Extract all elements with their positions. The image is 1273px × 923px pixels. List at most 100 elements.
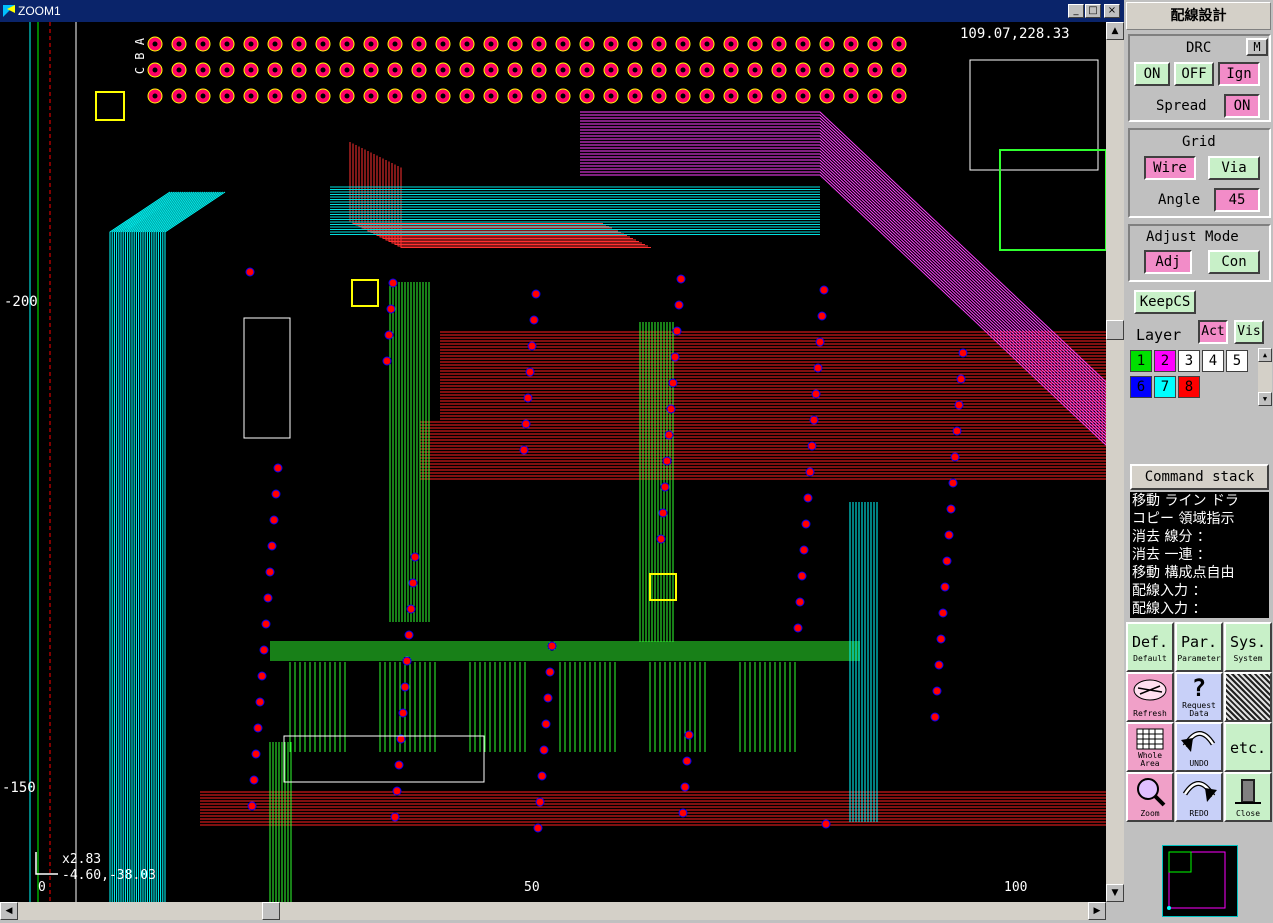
vertical-scrollbar[interactable]: ▲ ▼ <box>1106 22 1124 902</box>
request-data-label: Request Data <box>1182 701 1216 718</box>
layer-scroll-up[interactable]: ▲ <box>1258 348 1272 362</box>
refresh-label: Refresh <box>1133 709 1167 718</box>
horizontal-scroll-thumb[interactable] <box>262 902 280 920</box>
row-label-b: B <box>133 52 147 60</box>
command-item[interactable]: 配線入力 ： <box>1132 600 1269 618</box>
routing-panel: 配線設計 DRC M ON OFF Ign Spread ON Grid Wir… <box>1124 0 1273 923</box>
command-item[interactable]: コピー 領域指示 <box>1132 510 1269 528</box>
layer-8-box[interactable]: 8 <box>1178 376 1200 398</box>
cursor-coords: -4.60,-38.03 <box>62 868 156 883</box>
spread-on-button[interactable]: ON <box>1224 94 1260 118</box>
redo-button[interactable]: REDO <box>1175 772 1223 822</box>
parameter-button[interactable]: Par. Parameter <box>1175 622 1223 672</box>
door-icon <box>1235 779 1261 804</box>
close-label: Close <box>1235 809 1261 818</box>
whole-area-button[interactable]: Whole Area <box>1126 722 1174 772</box>
horizontal-scrollbar[interactable]: ◀ ▶ <box>0 902 1106 920</box>
adjust-con-button[interactable]: Con <box>1208 250 1260 274</box>
title-bar[interactable]: ZOOM1 _ □ × <box>0 0 1124 22</box>
minimap-drawing <box>1167 851 1226 910</box>
layer-label: Layer <box>1136 326 1182 344</box>
adjust-mode-group: Adjust Mode Adj Con <box>1128 224 1271 282</box>
angle-label: Angle <box>1158 192 1201 208</box>
undo-button[interactable]: UNDO <box>1175 722 1223 772</box>
parameter-button-sub: Parameter <box>1177 654 1221 663</box>
scroll-down-button[interactable]: ▼ <box>1106 884 1124 902</box>
layer-1-box[interactable]: 1 <box>1130 350 1152 372</box>
drc-group: DRC M ON OFF Ign Spread ON <box>1128 34 1271 122</box>
request-data-button[interactable]: ? Request Data <box>1175 672 1223 722</box>
layer-vis-button[interactable]: Vis <box>1234 320 1264 344</box>
adjust-mode-label: Adjust Mode <box>1146 229 1239 245</box>
magnifier-icon <box>1137 778 1166 807</box>
overview-minimap[interactable] <box>1162 845 1238 917</box>
grid-label: Grid <box>1182 134 1216 150</box>
layer-6-box[interactable]: 6 <box>1130 376 1152 398</box>
redo-arrow-icon <box>1182 781 1217 802</box>
window-title: ZOOM1 <box>18 4 61 18</box>
layer-3-box[interactable]: 3 <box>1178 350 1200 372</box>
undo-arrow-icon <box>1181 731 1216 752</box>
ruler-label-200: -200 <box>4 294 38 310</box>
system-button[interactable]: Sys. System <box>1224 622 1272 672</box>
ruler-label-x100: 100 <box>1004 880 1028 895</box>
zoom-window: ZOOM1 _ □ × 109.07,228.33 -200 -150 0 50… <box>0 0 1124 923</box>
parameter-button-label: Par. <box>1180 633 1218 651</box>
system-button-sub: System <box>1233 654 1263 663</box>
scroll-up-button[interactable]: ▲ <box>1106 22 1124 40</box>
redo-label: REDO <box>1189 809 1209 818</box>
layer-scrollbar[interactable]: ▲ ▼ <box>1258 348 1272 406</box>
drc-ign-button[interactable]: Ign <box>1218 62 1260 86</box>
angle-value-button[interactable]: 45 <box>1214 188 1260 212</box>
app-icon <box>3 5 15 17</box>
command-item[interactable]: 消去 一連 ： <box>1132 546 1269 564</box>
command-item[interactable]: 移動 構成点自由 <box>1132 564 1269 582</box>
ruler-label-x50: 50 <box>524 880 540 895</box>
minimize-button[interactable]: _ <box>1068 4 1084 18</box>
command-item[interactable]: 消去 線分 ： <box>1132 528 1269 546</box>
refresh-button[interactable]: Refresh <box>1126 672 1174 722</box>
cursor-scale: x2.83 <box>62 852 102 867</box>
grid-via-button[interactable]: Via <box>1208 156 1260 180</box>
scroll-right-button[interactable]: ▶ <box>1088 902 1106 920</box>
layer-7-box[interactable]: 7 <box>1154 376 1176 398</box>
layer-grid: 1 2 3 4 5 6 7 8 <box>1128 348 1258 404</box>
row-label-a: A <box>133 38 147 46</box>
zoom-button[interactable]: Zoom <box>1126 772 1174 822</box>
default-button-label: Def. <box>1131 633 1169 651</box>
layer-4-box[interactable]: 4 <box>1202 350 1224 372</box>
maximize-button[interactable]: □ <box>1085 4 1101 18</box>
scroll-left-button[interactable]: ◀ <box>0 902 18 920</box>
pattern-button[interactable] <box>1224 672 1272 722</box>
undo-label: UNDO <box>1189 759 1209 768</box>
etc-button[interactable]: etc. <box>1224 722 1272 772</box>
pcb-drawing <box>29 22 1106 902</box>
grid-icon <box>1136 728 1164 750</box>
vertical-scroll-thumb[interactable] <box>1106 320 1124 340</box>
default-button[interactable]: Def. Default <box>1126 622 1174 672</box>
ruler-label-x0: 0 <box>38 880 46 895</box>
drc-label: DRC <box>1186 40 1212 56</box>
zoom-label: Zoom <box>1140 809 1160 818</box>
whole-area-label: Whole Area <box>1137 751 1163 768</box>
screen: ZOOM1 _ □ × 109.07,228.33 -200 -150 0 50… <box>0 0 1273 923</box>
drc-m-button[interactable]: M <box>1246 38 1268 56</box>
spread-label: Spread <box>1156 98 1207 114</box>
pcb-canvas[interactable]: 109.07,228.33 -200 -150 0 50 100 x2.83 -… <box>0 22 1106 902</box>
grid-wire-button[interactable]: Wire <box>1144 156 1196 180</box>
command-item[interactable]: 移動 ライン ドラ <box>1132 492 1269 510</box>
layer-scroll-down[interactable]: ▼ <box>1258 392 1272 406</box>
command-stack-list[interactable]: 移動 ライン ドラ コピー 領域指示 消去 線分 ： 消去 一連 ： 移動 構成… <box>1130 492 1269 618</box>
layer-2-box[interactable]: 2 <box>1154 350 1176 372</box>
command-item[interactable]: 配線入力 ： <box>1132 582 1269 600</box>
adjust-adj-button[interactable]: Adj <box>1144 250 1192 274</box>
drc-off-button[interactable]: OFF <box>1174 62 1214 86</box>
drc-on-button[interactable]: ON <box>1134 62 1170 86</box>
layer-5-box[interactable]: 5 <box>1226 350 1248 372</box>
question-icon: ? <box>1191 674 1207 702</box>
refresh-icon <box>1133 679 1167 701</box>
close-window-button[interactable]: × <box>1104 4 1120 18</box>
layer-act-button[interactable]: Act <box>1198 320 1228 344</box>
close-button[interactable]: Close <box>1224 772 1272 822</box>
keepcs-button[interactable]: KeepCS <box>1134 290 1196 314</box>
